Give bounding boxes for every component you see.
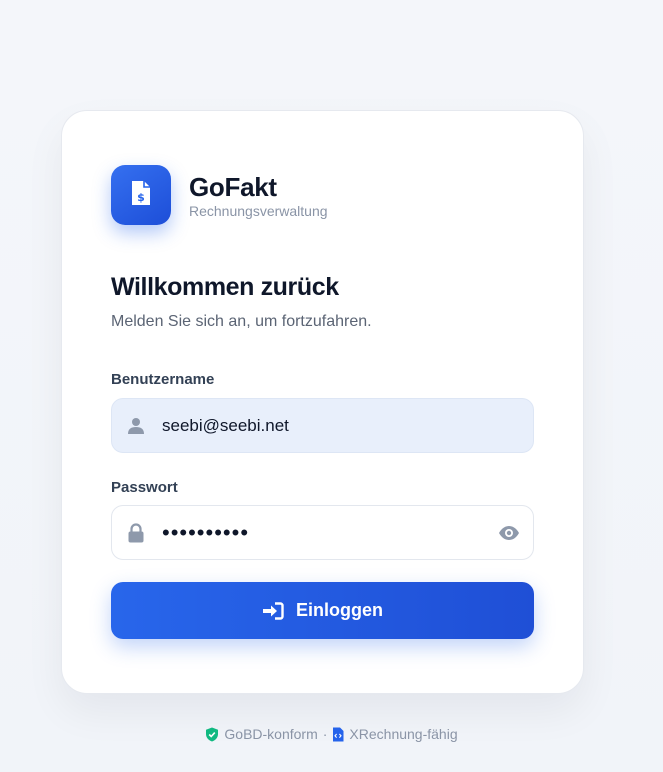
page-subtitle: Melden Sie sich an, um fortzufahren.	[111, 313, 372, 330]
password-input[interactable]	[162, 506, 497, 559]
login-button-label: Einloggen	[296, 600, 383, 620]
password-field[interactable]	[111, 505, 534, 560]
invoice-dollar-icon: $	[130, 179, 152, 212]
file-code-icon	[332, 727, 344, 742]
gobd-label: GoBD-konform	[224, 726, 318, 742]
brand-subtitle: Rechnungsverwaltung	[189, 202, 328, 219]
page-title: Willkommen zurück	[111, 273, 339, 301]
footer-separator: ·	[322, 726, 328, 742]
lock-icon	[126, 522, 146, 543]
username-field[interactable]	[111, 398, 534, 453]
brand-name: GoFakt	[189, 171, 277, 202]
username-input[interactable]	[162, 399, 533, 452]
password-label: Passwort	[111, 479, 178, 496]
sign-in-icon	[262, 601, 284, 620]
user-icon	[126, 416, 146, 436]
eye-icon[interactable]	[497, 521, 521, 545]
brand-header: $ GoFakt Rechnungsverwaltung	[111, 165, 328, 225]
shield-check-icon	[205, 727, 219, 742]
svg-text:$: $	[137, 191, 145, 204]
login-card: $ GoFakt Rechnungsverwaltung Willkommen …	[61, 110, 584, 694]
xrechnung-label: XRechnung-fähig	[349, 726, 458, 742]
username-label: Benutzername	[111, 371, 215, 388]
footer: GoBD-konform · XRechnung-fähig	[0, 726, 663, 742]
login-button[interactable]: Einloggen	[111, 582, 534, 639]
app-logo: $	[111, 165, 171, 225]
